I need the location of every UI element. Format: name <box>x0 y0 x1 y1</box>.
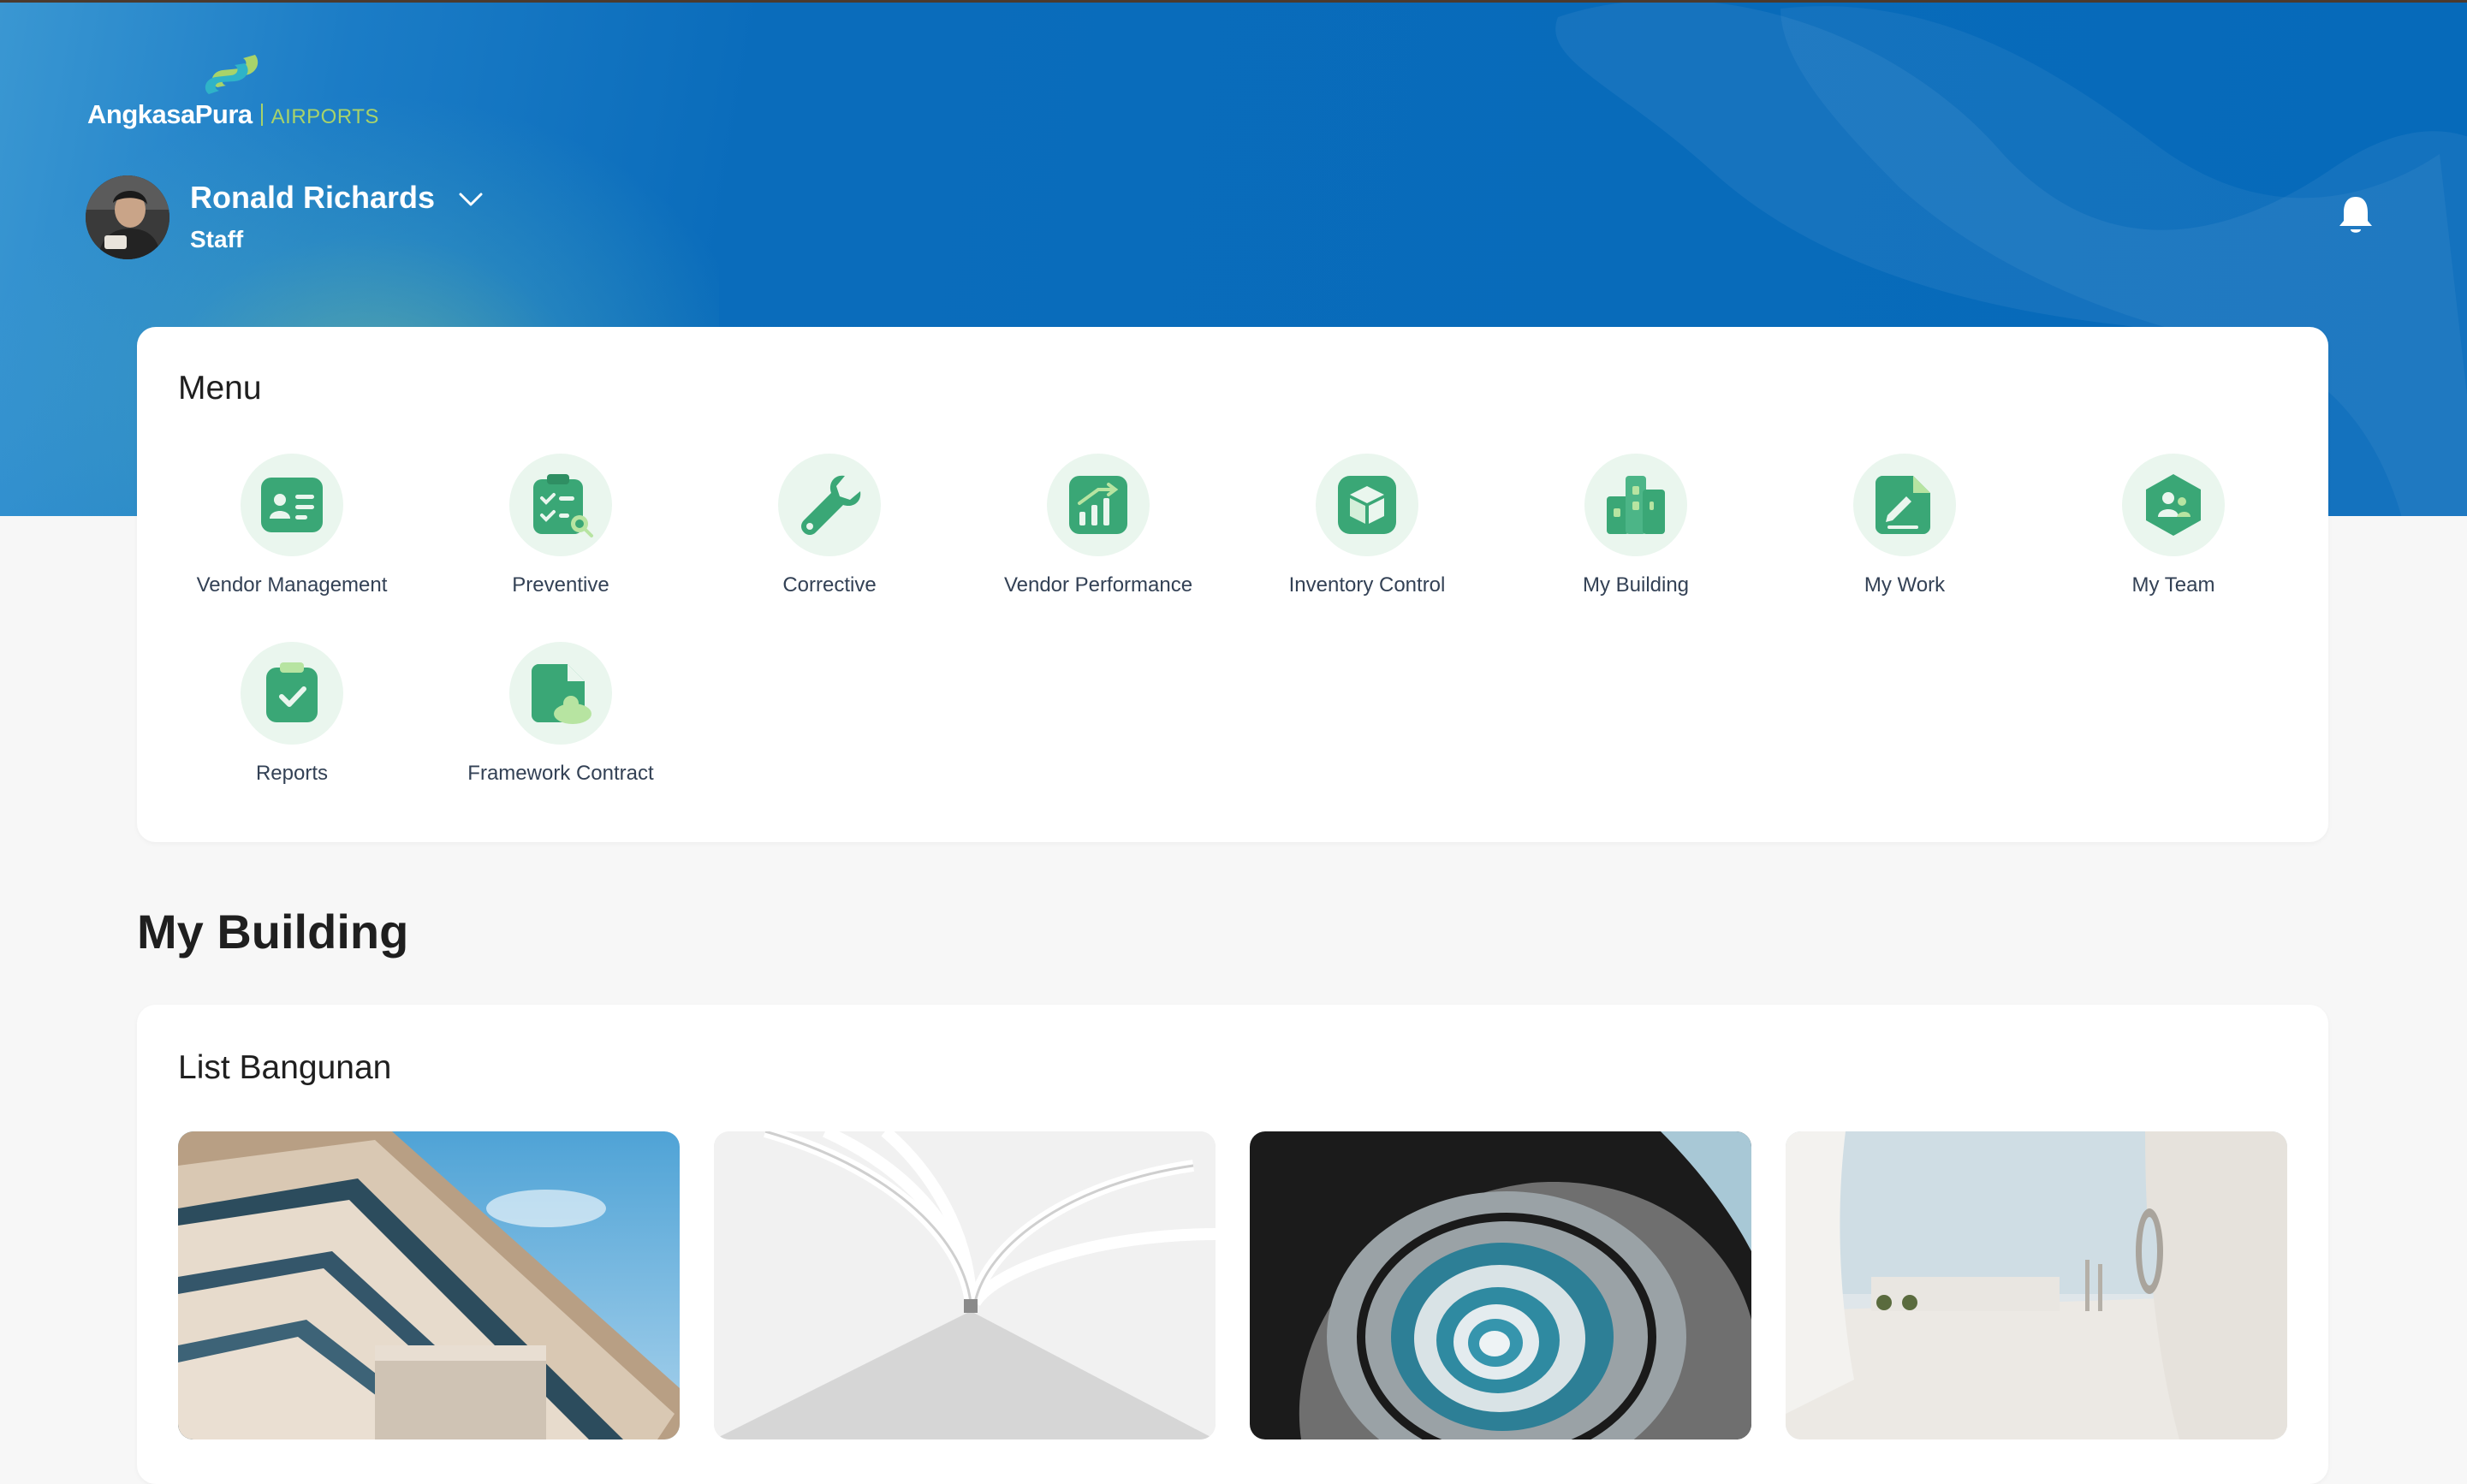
building-list-title: List Bangunan <box>178 1049 392 1086</box>
angkasa-pura-logo: AngkasaPura AIRPORTS <box>86 43 378 137</box>
menu-item-corrective[interactable]: Corrective <box>701 454 958 625</box>
menu-item-label: Reports <box>255 762 329 785</box>
logo-sub: AIRPORTS <box>270 105 379 128</box>
chart-up-icon <box>1047 454 1150 556</box>
building-card[interactable] <box>178 1131 680 1439</box>
menu-item-label: Inventory Control <box>1288 573 1446 597</box>
menu-item-label: My Team <box>2131 573 2215 597</box>
avatar-photo <box>86 175 169 259</box>
menu-item-preventive[interactable]: Preventive <box>432 454 689 625</box>
contract-icon <box>509 642 612 745</box>
menu-title: Menu <box>178 370 262 407</box>
wrench-icon <box>778 454 881 556</box>
avatar[interactable] <box>86 175 169 259</box>
menu-item-framework-contract[interactable]: Framework Contract <box>432 642 689 813</box>
logo-wordmark: AngkasaPura AIRPORTS <box>87 99 379 130</box>
clipboard-check-icon <box>241 642 343 745</box>
box-icon <box>1316 454 1418 556</box>
white-plaza-photo <box>1786 1131 2287 1439</box>
bell-icon[interactable] <box>2337 193 2375 236</box>
menu-item-label: Vendor Performance <box>1003 573 1193 597</box>
menu-item-my-building[interactable]: My Building <box>1507 454 1764 625</box>
menu-item-reports[interactable]: Reports <box>163 642 420 813</box>
user-role: Staff <box>190 226 244 252</box>
menu-item-label: My Building <box>1582 573 1690 597</box>
menu-item-label: Framework Contract <box>467 762 654 785</box>
menu-item-my-team[interactable]: My Team <box>2045 454 2302 625</box>
checklist-icon <box>509 454 612 556</box>
logo-name: AngkasaPura <box>87 99 253 129</box>
logo-separator <box>260 104 263 126</box>
menu-item-label: Corrective <box>782 573 877 597</box>
building-list-card: List Bangunan <box>137 1005 2328 1484</box>
menu-item-label: My Work <box>1864 573 1946 597</box>
user-name: Ronald Richards <box>190 180 436 215</box>
white-corridor-photo <box>714 1131 1216 1439</box>
building-card[interactable] <box>714 1131 1216 1439</box>
menu-item-inventory-control[interactable]: Inventory Control <box>1239 454 1495 625</box>
menu-item-vendor-management[interactable]: Vendor Management <box>163 454 420 625</box>
logo-mark-icon <box>205 55 259 94</box>
menu-item-label: Preventive <box>512 573 609 597</box>
menu-item-my-work[interactable]: My Work <box>1776 454 2033 625</box>
menu-item-label: Vendor Management <box>196 573 388 597</box>
menu-card: Menu Vendor Management Preventive Correc… <box>137 327 2328 842</box>
window-top-edge <box>0 0 2467 3</box>
team-icon <box>2122 454 2225 556</box>
spiral-tunnel-photo <box>1250 1131 1751 1439</box>
vendor-card-icon <box>241 454 343 556</box>
modern-facade-photo <box>178 1131 680 1439</box>
building-card[interactable] <box>1250 1131 1751 1439</box>
building-card[interactable] <box>1786 1131 2287 1439</box>
menu-item-vendor-performance[interactable]: Vendor Performance <box>970 454 1227 625</box>
building-icon <box>1584 454 1687 556</box>
chevron-down-icon[interactable] <box>455 188 486 211</box>
my-building-heading: My Building <box>137 905 409 959</box>
document-edit-icon <box>1853 454 1956 556</box>
